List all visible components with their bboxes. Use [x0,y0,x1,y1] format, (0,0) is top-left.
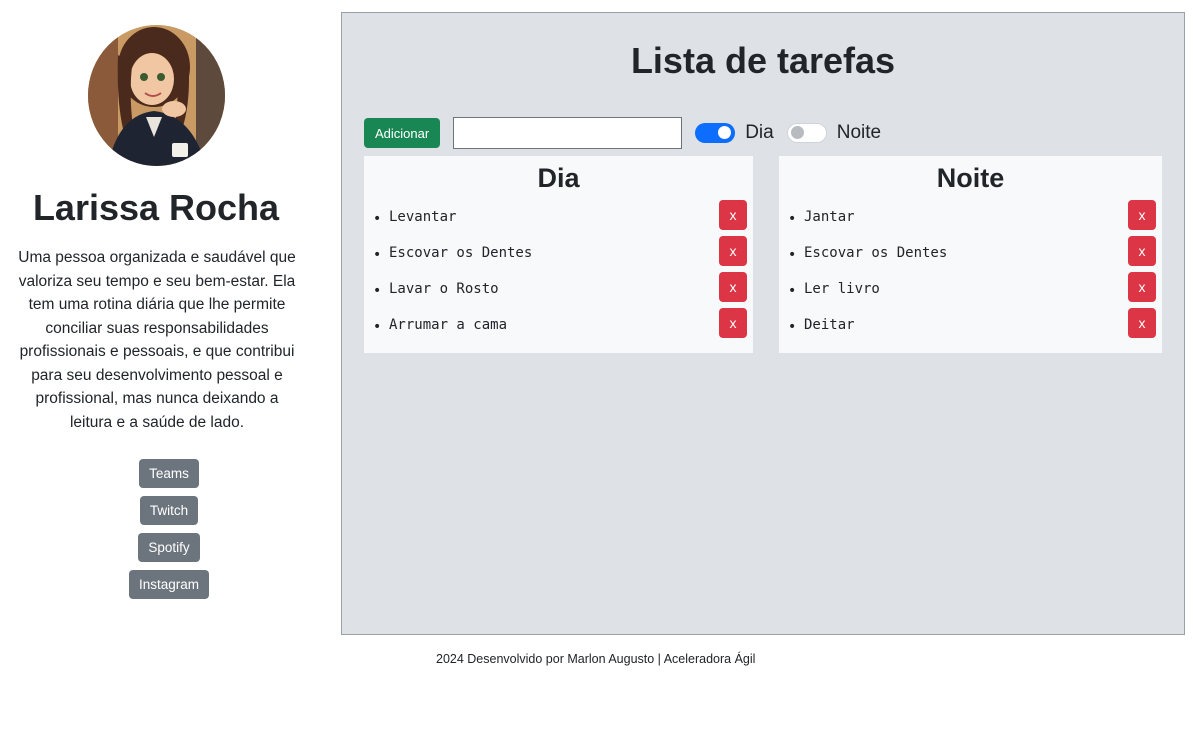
delete-task-button[interactable]: x [1128,308,1156,338]
instagram-button[interactable]: Instagram [128,570,210,599]
list-item: • Levantar x [364,200,753,244]
switch-knob [790,126,804,139]
task-input[interactable] [453,117,683,149]
bullet: • [788,211,797,227]
todo-panel: Lista de tarefas Adicionar Dia Noite Dia… [341,12,1185,635]
delete-task-button[interactable]: x [719,308,747,338]
profile-avatar [88,25,225,166]
list-item: • Escovar os Dentes x [364,236,753,280]
dia-switch[interactable] [695,123,736,143]
dia-list-card: Dia • Levantar x • Escovar os Dentes x •… [364,156,753,353]
task-text: Deitar [804,317,855,333]
bullet: • [788,319,797,335]
profile-sidebar: Larissa Rocha Uma pessoa organizada e sa… [0,0,312,640]
teams-button[interactable]: Teams [139,459,199,488]
bullet: • [788,247,797,263]
switch-knob [718,126,732,139]
task-text: Arrumar a cama [389,317,508,333]
task-text: Levantar [389,209,457,225]
list-item: • Arrumar a cama x [364,308,753,352]
delete-task-button[interactable]: x [719,200,747,230]
noite-switch[interactable] [786,123,827,143]
todo-controls: Adicionar Dia Noite [364,117,881,149]
bullet: • [373,283,382,299]
twitch-button[interactable]: Twitch [139,496,199,525]
list-item: • Ler livro x [779,272,1162,316]
task-text: Ler livro [804,281,880,297]
delete-task-button[interactable]: x [719,236,747,266]
task-text: Escovar os Dentes [389,245,533,261]
noite-switch-label: Noite [836,122,882,143]
spotify-button[interactable]: Spotify [138,533,200,562]
social-links: Teams Twitch Spotify Instagram [0,459,338,607]
task-text: Lavar o Rosto [389,281,499,297]
bullet: • [373,247,382,263]
noite-task-list: • Jantar x • Escovar os Dentes x • Ler l… [779,200,1162,352]
task-text: Jantar [804,209,855,225]
bullet: • [788,283,797,299]
list-item: • Lavar o Rosto x [364,272,753,316]
bullet: • [373,211,382,227]
delete-task-button[interactable]: x [1128,272,1156,302]
delete-task-button[interactable]: x [719,272,747,302]
dia-switch-label: Dia [745,122,774,143]
list-item: • Deitar x [779,308,1162,352]
task-text: Escovar os Dentes [804,245,948,261]
list-item: • Escovar os Dentes x [779,236,1162,280]
page-footer: 2024 Desenvolvido por Marlon Augusto | A… [436,652,756,666]
profile-bio: Uma pessoa organizada e saudável que val… [18,249,296,431]
todo-title: Lista de tarefas [630,40,896,81]
delete-task-button[interactable]: x [1128,236,1156,266]
dia-task-list: • Levantar x • Escovar os Dentes x • Lav… [364,200,753,352]
avatar-illustration [88,25,225,166]
noite-list-card: Noite • Jantar x • Escovar os Dentes x •… [779,156,1162,353]
delete-task-button[interactable]: x [1128,200,1156,230]
profile-name: Larissa Rocha [32,187,280,228]
bullet: • [373,319,382,335]
dia-list-title: Dia [537,163,580,193]
noite-list-title: Noite [936,163,1005,193]
add-task-button[interactable]: Adicionar [364,118,441,148]
list-item: • Jantar x [779,200,1162,244]
